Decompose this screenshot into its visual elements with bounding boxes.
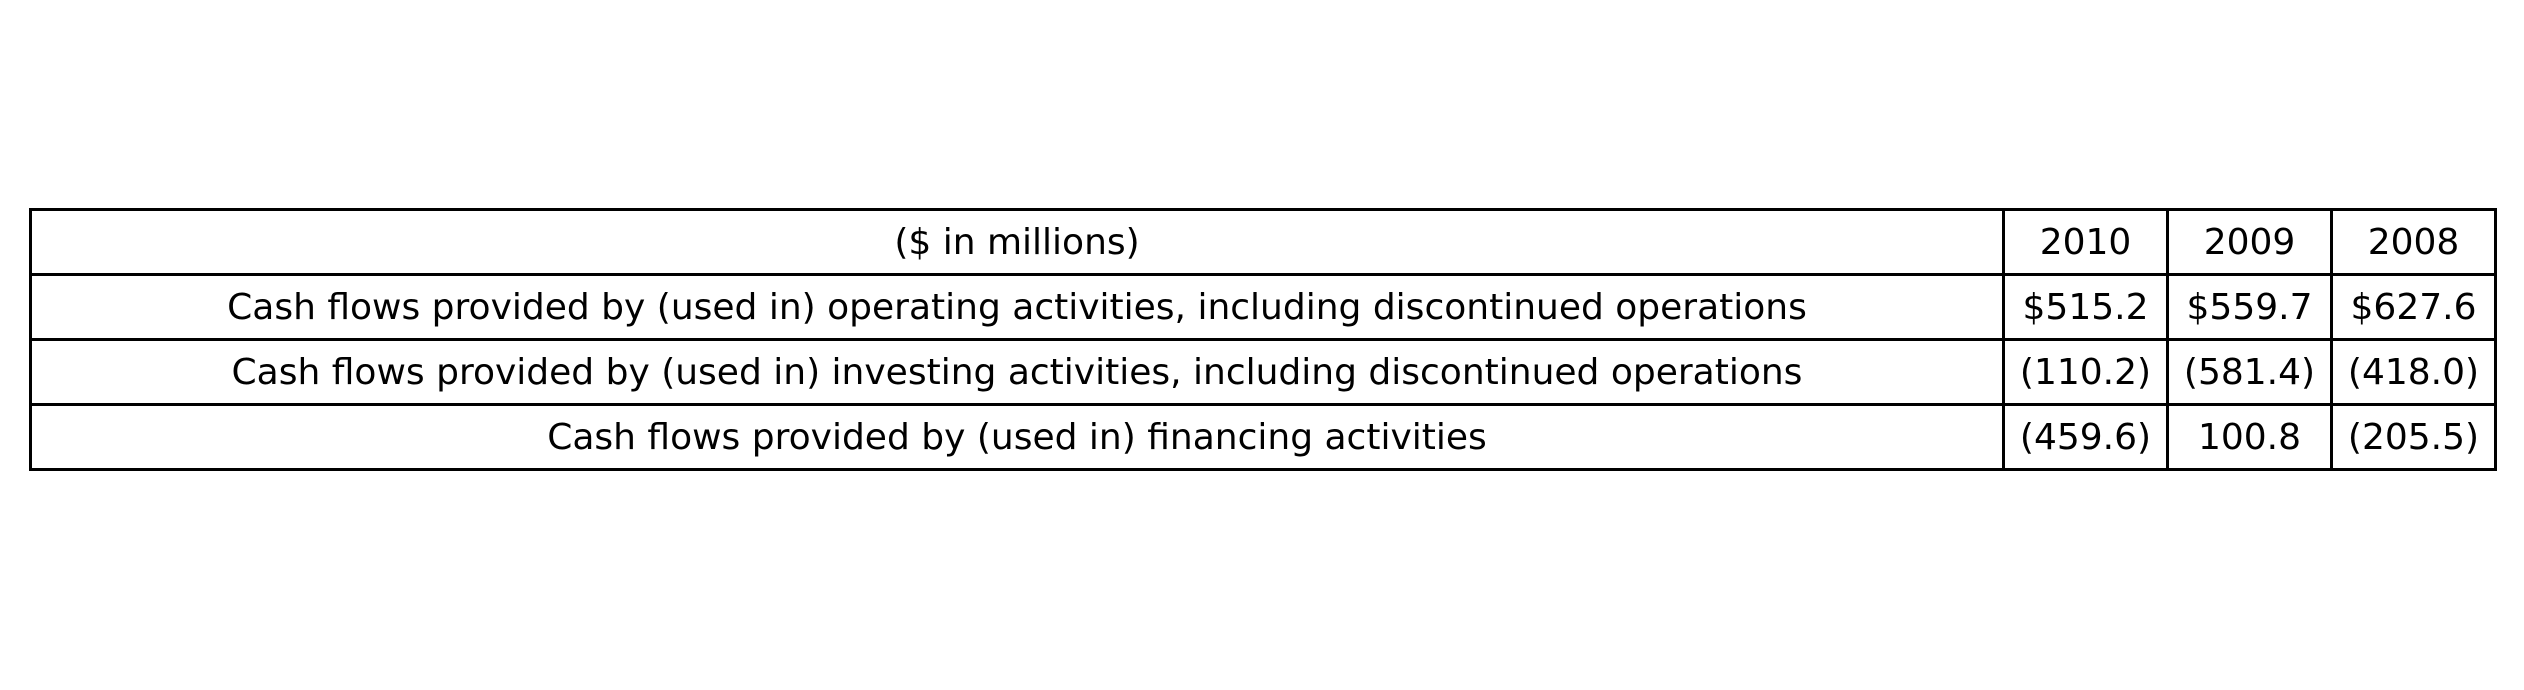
table-row: Cash flows provided by (used in) operati…	[29, 273, 2497, 341]
table-row: Cash flows provided by (used in) investi…	[29, 338, 2497, 406]
cell-value: $515.2	[2002, 273, 2169, 341]
cell-value: (205.5)	[2330, 403, 2497, 471]
header-units: ($ in millions)	[29, 208, 2005, 276]
table-row: Cash flows provided by (used in) financi…	[29, 403, 2497, 471]
cash-flow-table-container: ($ in millions) 2010 2009 2008 Cash flow…	[29, 208, 2497, 471]
row-label: Cash flows provided by (used in) operati…	[29, 273, 2005, 341]
cell-value: (459.6)	[2002, 403, 2169, 471]
cash-flow-table: ($ in millions) 2010 2009 2008 Cash flow…	[29, 208, 2497, 471]
cell-value: $559.7	[2166, 273, 2333, 341]
row-label: Cash flows provided by (used in) investi…	[29, 338, 2005, 406]
header-year-2008: 2008	[2330, 208, 2497, 276]
cell-value: (418.0)	[2330, 338, 2497, 406]
cell-value: (110.2)	[2002, 338, 2169, 406]
row-label: Cash flows provided by (used in) financi…	[29, 403, 2005, 471]
header-year-2009: 2009	[2166, 208, 2333, 276]
table-header-row: ($ in millions) 2010 2009 2008	[29, 208, 2497, 276]
cell-value: 100.8	[2166, 403, 2333, 471]
cell-value: (581.4)	[2166, 338, 2333, 406]
cell-value: $627.6	[2330, 273, 2497, 341]
header-year-2010: 2010	[2002, 208, 2169, 276]
